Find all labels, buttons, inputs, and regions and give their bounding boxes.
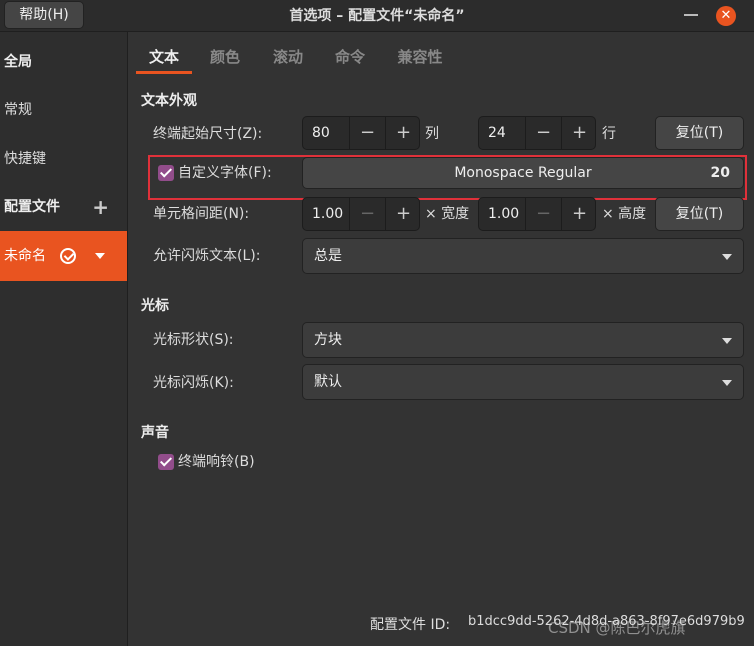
columns-decrement-button[interactable]: − bbox=[349, 117, 385, 149]
sidebar-item-global[interactable]: 全局 bbox=[0, 37, 127, 87]
terminal-bell-label[interactable]: 终端响铃(B) bbox=[178, 452, 255, 472]
sidebar: 全局 常规 快捷键 配置文件 + 未命名 bbox=[0, 32, 128, 646]
font-size: 20 bbox=[710, 165, 730, 181]
sidebar-item-shortcuts[interactable]: 快捷键 bbox=[0, 134, 127, 184]
default-check-icon bbox=[60, 248, 76, 264]
width-spacing-value[interactable]: 1.00 bbox=[312, 198, 343, 230]
reset-size-button[interactable]: 复位(T) bbox=[655, 116, 744, 150]
sidebar-item-general[interactable]: 常规 bbox=[0, 85, 127, 135]
chevron-down-icon bbox=[722, 380, 732, 386]
section-title-text-appearance: 文本外观 bbox=[141, 93, 197, 109]
title-bar: 帮助(H) 首选项 – 配置文件“未命名” ✕ bbox=[0, 0, 754, 32]
cursor-blink-dropdown[interactable]: 默认 bbox=[302, 364, 744, 400]
reset-spacing-button[interactable]: 复位(T) bbox=[655, 197, 744, 231]
height-increment-button[interactable]: + bbox=[561, 198, 597, 230]
columns-increment-button[interactable]: + bbox=[385, 117, 421, 149]
close-icon[interactable]: ✕ bbox=[716, 6, 736, 26]
rows-spinbox[interactable]: 24 − + bbox=[478, 116, 596, 150]
cursor-blink-value: 默认 bbox=[314, 374, 342, 390]
height-decrement-button[interactable]: − bbox=[525, 198, 561, 230]
height-unit: × 高度 bbox=[602, 206, 647, 222]
width-increment-button[interactable]: + bbox=[385, 198, 421, 230]
width-unit: × 宽度 bbox=[425, 206, 470, 222]
custom-font-checkbox[interactable] bbox=[158, 165, 174, 181]
sidebar-item-profile-unnamed[interactable]: 未命名 bbox=[0, 231, 127, 281]
terminal-bell-checkbox[interactable] bbox=[158, 454, 174, 470]
section-title-cursor: 光标 bbox=[141, 298, 169, 314]
tab-compatibility[interactable]: 兼容性 bbox=[388, 40, 452, 74]
cursor-shape-value: 方块 bbox=[314, 332, 342, 348]
minimize-icon[interactable] bbox=[684, 14, 698, 16]
chevron-down-icon bbox=[722, 254, 732, 260]
blink-text-label: 允许闪烁文本(L): bbox=[153, 248, 261, 264]
height-spacing-value[interactable]: 1.00 bbox=[488, 198, 519, 230]
rows-unit: 行 bbox=[602, 126, 616, 142]
cursor-shape-dropdown[interactable]: 方块 bbox=[302, 322, 744, 358]
sidebar-item-profiles: 配置文件 + bbox=[0, 182, 127, 232]
initial-size-label: 终端起始尺寸(Z): bbox=[153, 126, 263, 142]
columns-unit: 列 bbox=[425, 126, 439, 142]
chevron-down-icon bbox=[722, 338, 732, 344]
rows-increment-button[interactable]: + bbox=[561, 117, 597, 149]
profile-id-label: 配置文件 ID: bbox=[370, 617, 451, 633]
section-title-sound: 声音 bbox=[141, 425, 169, 441]
width-decrement-button[interactable]: − bbox=[349, 198, 385, 230]
rows-value[interactable]: 24 bbox=[488, 117, 506, 149]
tab-command[interactable]: 命令 bbox=[324, 40, 376, 74]
tab-colors[interactable]: 颜色 bbox=[200, 40, 250, 74]
sidebar-item-label: 快捷键 bbox=[4, 151, 46, 167]
sidebar-item-label: 全局 bbox=[4, 54, 32, 70]
sidebar-item-label: 常规 bbox=[4, 102, 32, 118]
window-title: 首选项 – 配置文件“未命名” bbox=[289, 8, 465, 24]
blink-text-value: 总是 bbox=[314, 248, 342, 264]
rows-decrement-button[interactable]: − bbox=[525, 117, 561, 149]
columns-value[interactable]: 80 bbox=[312, 117, 330, 149]
sidebar-item-label: 配置文件 bbox=[4, 199, 60, 215]
watermark: CSDN @陈巴尔虎旗 bbox=[548, 619, 686, 637]
add-profile-icon[interactable]: + bbox=[92, 182, 109, 232]
height-spacing-spinbox[interactable]: 1.00 − + bbox=[478, 197, 596, 231]
cursor-blink-label: 光标闪烁(K): bbox=[153, 375, 234, 391]
tab-scrolling[interactable]: 滚动 bbox=[262, 40, 314, 74]
chevron-down-icon[interactable] bbox=[95, 253, 105, 259]
tab-text[interactable]: 文本 bbox=[136, 40, 192, 74]
font-chooser-button[interactable]: Monospace Regular 20 bbox=[302, 157, 744, 189]
custom-font-label[interactable]: 自定义字体(F): bbox=[178, 163, 272, 183]
cursor-shape-label: 光标形状(S): bbox=[153, 332, 234, 348]
columns-spinbox[interactable]: 80 − + bbox=[302, 116, 420, 150]
cell-spacing-label: 单元格间距(N): bbox=[153, 206, 250, 222]
font-name: Monospace Regular bbox=[454, 165, 592, 181]
width-spacing-spinbox[interactable]: 1.00 − + bbox=[302, 197, 420, 231]
blink-text-dropdown[interactable]: 总是 bbox=[302, 238, 744, 274]
sidebar-item-label: 未命名 bbox=[4, 248, 46, 264]
